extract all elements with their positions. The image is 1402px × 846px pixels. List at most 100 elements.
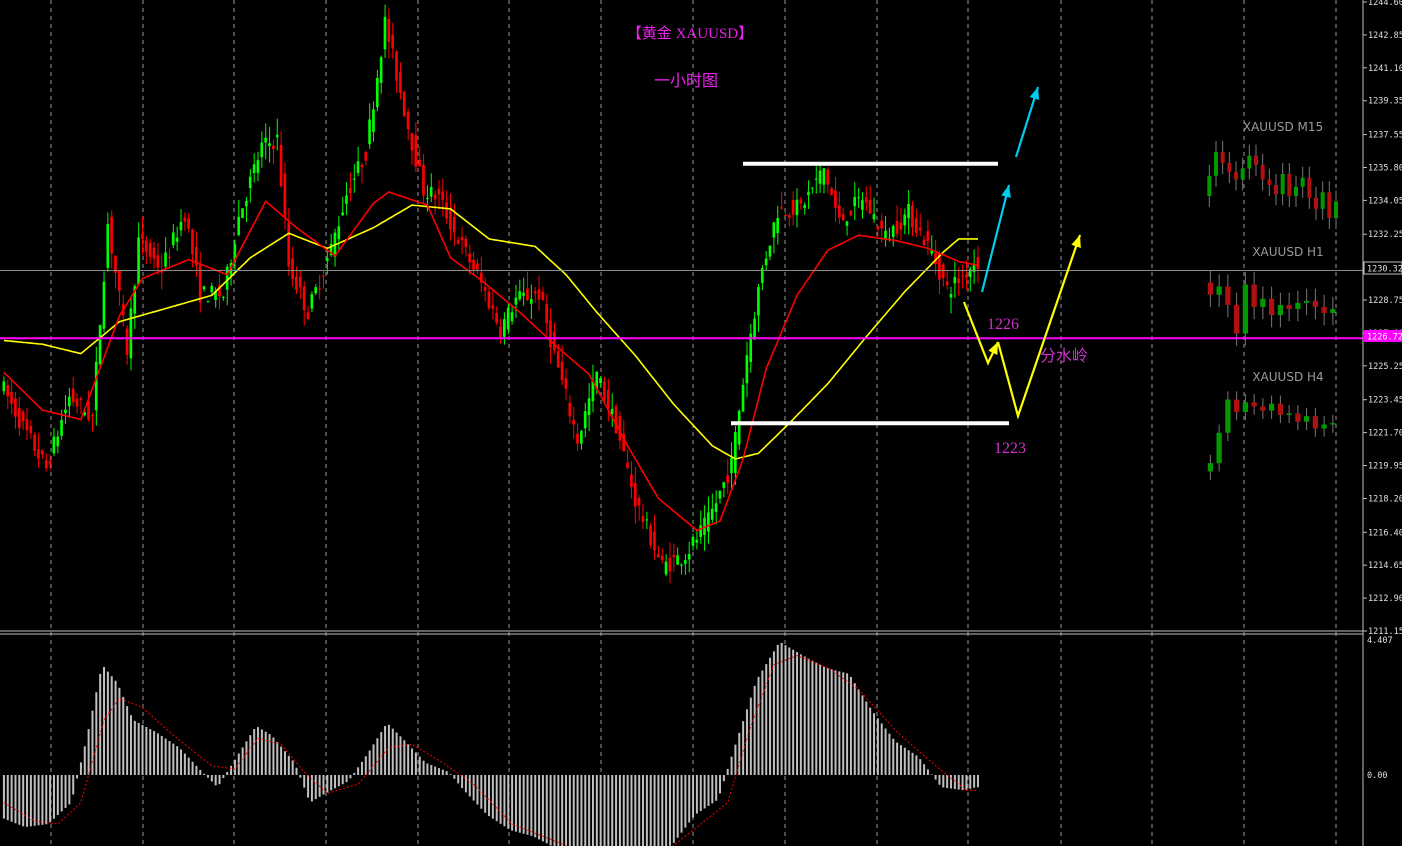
candle-body [67, 396, 71, 407]
candle-body [514, 297, 518, 305]
candle-body [533, 291, 537, 294]
mini-candle-body [1225, 399, 1231, 433]
mini-candle-body [1269, 298, 1275, 316]
candle-body [264, 137, 267, 143]
mini-candle-body [1216, 286, 1222, 295]
candle-body [37, 449, 40, 459]
candle-body [295, 276, 298, 290]
candle-body [272, 145, 275, 150]
candle-body [491, 305, 495, 309]
candle-body [29, 426, 33, 434]
candle-body [899, 222, 903, 230]
price-tick-label: 1244.60 [1368, 0, 1402, 8]
candle-body [526, 288, 529, 301]
candle-body [395, 51, 398, 81]
candle-body [541, 291, 545, 301]
candle-body [168, 256, 171, 258]
mini-candle-body [1286, 413, 1292, 415]
candle-body [302, 286, 306, 311]
mini-candle-body [1321, 306, 1327, 314]
candle-body [803, 204, 806, 208]
level-1223-label: 1223 [994, 440, 1026, 457]
mini-candle-body [1277, 403, 1283, 415]
mini-candle-body [1234, 172, 1238, 180]
candle-body [872, 214, 876, 220]
candle-body [410, 133, 414, 151]
candle-body [495, 313, 498, 323]
candle-body [580, 430, 583, 444]
candle-body [318, 288, 321, 290]
mini-candle-body [1227, 163, 1232, 173]
candle-body [695, 539, 699, 543]
candle-body [895, 220, 899, 234]
candle-body [98, 324, 102, 365]
candle-body [918, 227, 922, 231]
price-tick-label: 1221.70 [1368, 429, 1402, 439]
candle-body [14, 398, 17, 417]
candle-body [426, 198, 429, 200]
mini-candle-body [1247, 155, 1252, 169]
candle-body [449, 207, 452, 230]
mini-chart-m15-label: XAUUSD M15 [1243, 120, 1323, 134]
candle-body [391, 34, 394, 49]
candle-body [957, 278, 960, 284]
mini-candle-body [1242, 284, 1248, 334]
candle-body [630, 474, 633, 488]
candle-body [787, 215, 791, 218]
candle-body [664, 561, 668, 575]
price-tick-label: 1234.05 [1368, 196, 1402, 206]
price-tick-label: 1242.85 [1368, 31, 1402, 41]
macd-max-label: 4.407 [1367, 636, 1393, 646]
candle-body [445, 202, 448, 219]
candle-body [206, 301, 210, 303]
candle-body [707, 512, 710, 532]
candle-body [583, 411, 587, 429]
candle-body [722, 482, 726, 488]
candle-body [649, 525, 652, 546]
candle-body [799, 199, 803, 204]
current-price-label: 1230.32 [1367, 265, 1402, 275]
candle-body [857, 197, 860, 199]
candle-body [861, 200, 864, 210]
candle-body [356, 161, 360, 173]
candle-body [845, 221, 849, 226]
mini-candle-body [1214, 152, 1218, 176]
candle-body [753, 318, 756, 340]
candle-body [387, 18, 391, 43]
candle-body [572, 420, 575, 425]
mini-candle-body [1312, 300, 1318, 307]
candle-body [372, 109, 375, 133]
candle-body [672, 555, 676, 558]
candle-body [221, 296, 225, 298]
candle-body [56, 436, 60, 447]
mini-candle-body [1260, 298, 1266, 307]
candle-body [41, 450, 44, 455]
candle-body [368, 119, 371, 145]
chart-subtitle: 一小时图 [654, 72, 718, 90]
candle-body [322, 275, 325, 277]
candle-body [414, 135, 418, 167]
candle-body [418, 159, 421, 167]
candle-body [549, 320, 552, 348]
mini-candle-body [1320, 192, 1325, 209]
candle-body [472, 259, 475, 270]
candle-body [287, 222, 291, 267]
candle-body [876, 226, 880, 230]
candle-body [241, 208, 244, 218]
candle-body [907, 203, 910, 219]
candle-body [791, 199, 795, 215]
candle-body [637, 498, 641, 506]
candle-body [141, 233, 144, 239]
mini-candle-body [1327, 192, 1332, 218]
candle-body [44, 460, 48, 469]
candle-body [660, 555, 664, 561]
candle-body [780, 207, 783, 209]
mini-candle-body [1240, 168, 1245, 180]
mini-candle-body [1269, 403, 1275, 411]
candle-body [87, 401, 90, 420]
candle-body [510, 312, 514, 322]
candle-body [422, 164, 425, 196]
candle-body [314, 287, 317, 294]
candle-body [52, 436, 56, 454]
candle-body [464, 238, 468, 248]
